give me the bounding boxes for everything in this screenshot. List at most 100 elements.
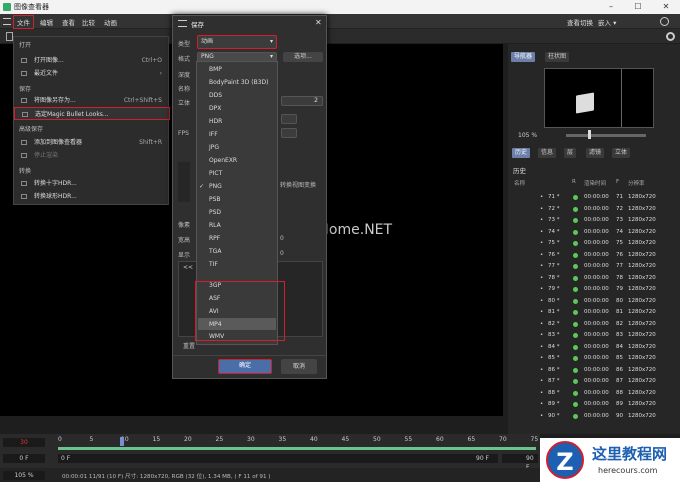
history-row[interactable]: • 71 * 00:00:00 71 1280x720 <box>512 192 672 204</box>
history-row[interactable]: • 82 * 00:00:00 82 1280x720 <box>512 319 672 331</box>
row-time: 00:00:00 <box>584 240 609 246</box>
row-frame: 85 <box>616 355 623 361</box>
menu-compare[interactable]: 比较 <box>82 17 95 27</box>
file-menu-item[interactable]: 选定Magic Bullet Looks... <box>14 107 170 120</box>
row-bullet: • <box>540 320 544 327</box>
video-format-group-highlight <box>195 281 285 341</box>
gear-icon[interactable] <box>666 32 675 41</box>
format-item[interactable]: BodyPaint 3D (B3D) <box>209 79 268 86</box>
history-row[interactable]: • 76 * 00:00:00 76 1280x720 <box>512 250 672 262</box>
format-item[interactable]: IFF <box>209 131 218 138</box>
embed-dropdown[interactable]: 嵌入 ▾ <box>598 17 616 27</box>
tab-navigator[interactable]: 导航器 <box>511 52 536 62</box>
chevron-down-icon: ▾ <box>269 38 273 45</box>
format-item[interactable]: DDS <box>209 92 222 99</box>
history-row[interactable]: • 79 * 00:00:00 79 1280x720 <box>512 284 672 296</box>
zoom-slider[interactable] <box>566 134 646 137</box>
range-field[interactable]: 0 F 90 F <box>58 454 498 463</box>
field-b[interactable] <box>281 128 297 138</box>
format-item[interactable]: TGA <box>209 248 221 255</box>
history-row[interactable]: • 73 * 00:00:00 73 1280x720 <box>512 215 672 227</box>
aspect-label: 宽高 <box>178 237 191 244</box>
history-row[interactable]: • 81 * 00:00:00 81 1280x720 <box>512 307 672 319</box>
format-item[interactable]: DPX <box>209 105 221 112</box>
format-item[interactable]: PSB <box>209 196 221 203</box>
type-label: 类型 <box>178 41 191 48</box>
format-item[interactable]: OpenEXR <box>209 157 237 164</box>
history-row[interactable]: • 86 * 00:00:00 86 1280x720 <box>512 365 672 377</box>
field-a[interactable] <box>281 114 297 124</box>
history-row[interactable]: • 85 * 00:00:00 85 1280x720 <box>512 353 672 365</box>
timeline-ruler[interactable]: 0 5 10 15 20 25 30 35 40 45 50 55 60 65 70 75 <box>55 436 538 446</box>
stereo-value[interactable]: 2 <box>281 96 323 106</box>
format-item[interactable]: TIF <box>209 261 218 268</box>
menu-view[interactable]: 查看 <box>62 17 75 27</box>
history-row[interactable]: • 88 * 00:00:00 88 1280x720 <box>512 388 672 400</box>
history-row[interactable]: • 89 * 00:00:00 89 1280x720 <box>512 399 672 411</box>
timeline-playhead[interactable] <box>120 437 124 446</box>
tab-filters[interactable]: 滤镜 <box>586 148 605 158</box>
current-frame-field[interactable]: 30 <box>3 438 45 447</box>
file-menu-item[interactable]: 添加到图像查看器 Shift+R <box>14 136 170 149</box>
history-row[interactable]: • 83 * 00:00:00 83 1280x720 <box>512 330 672 342</box>
file-menu-item[interactable]: 转换球形HDR... <box>14 190 170 203</box>
file-menu-item-shortcut: › <box>159 70 162 77</box>
format-item[interactable]: PICT <box>209 170 222 177</box>
format-item[interactable]: HDR <box>209 118 222 125</box>
cancel-button[interactable]: 取消 <box>281 359 317 374</box>
file-menu-item-label: 转换十字HDR... <box>34 180 77 187</box>
reset-button[interactable]: 重置 <box>183 341 195 350</box>
history-row[interactable]: • 74 * 00:00:00 74 1280x720 <box>512 227 672 239</box>
hamburger-icon[interactable] <box>3 18 11 25</box>
format-item[interactable]: PSD <box>209 209 221 216</box>
row-bullet: • <box>540 240 544 246</box>
history-row[interactable]: • 77 * 00:00:00 77 1280x720 <box>512 261 672 273</box>
zoom-slider-handle[interactable] <box>588 130 591 139</box>
status-dot-icon <box>573 264 578 269</box>
history-row[interactable]: • 87 * 00:00:00 87 1280x720 <box>512 376 672 388</box>
ok-button[interactable]: 确定 <box>218 359 272 374</box>
view-switch[interactable]: 查看切换 <box>567 17 593 27</box>
maximize-button[interactable]: ☐ <box>627 0 649 14</box>
navigator-thumbnail[interactable] <box>544 68 654 128</box>
start-frame-field[interactable]: 0 F <box>3 454 45 463</box>
document-icon[interactable] <box>6 32 13 41</box>
minimize-button[interactable]: – <box>600 0 622 14</box>
history-row[interactable]: • 75 * 00:00:00 75 1280x720 <box>512 238 672 250</box>
format-item[interactable]: JPG <box>209 144 219 151</box>
close-button[interactable]: ✕ <box>655 0 677 14</box>
tab-history[interactable]: 历史 <box>512 148 531 158</box>
row-resolution: 1280x720 <box>628 251 656 258</box>
history-row[interactable]: • 72 * 00:00:00 72 1280x720 <box>512 204 672 216</box>
file-menu-item[interactable]: 转换十字HDR... <box>14 177 170 190</box>
history-row[interactable]: • 78 * 00:00:00 78 1280x720 <box>512 273 672 285</box>
tab-histogram[interactable]: 柱状图 <box>545 52 570 62</box>
tab-layers[interactable]: 层 <box>564 148 577 158</box>
file-menu-item[interactable]: 打开图像... Ctrl+O <box>14 54 170 67</box>
menu-animation[interactable]: 动画 <box>104 17 117 27</box>
row-time: 00:00:00 <box>584 378 609 384</box>
row-name: 87 * <box>548 378 560 384</box>
format-item[interactable]: PNG <box>209 183 222 190</box>
file-menu-item[interactable]: 最近文件 › <box>14 67 170 80</box>
tab-stereo[interactable]: 立体 <box>612 148 631 158</box>
history-row[interactable]: • 90 * 00:00:00 90 1280x720 <box>512 411 672 423</box>
history-row[interactable]: • 84 * 00:00:00 84 1280x720 <box>512 342 672 354</box>
history-row[interactable]: • 80 * 00:00:00 80 1280x720 <box>512 296 672 308</box>
options-button[interactable]: 选项... <box>283 52 323 62</box>
status-zoom[interactable]: 105 % <box>3 471 45 480</box>
row-resolution: 1280x720 <box>628 366 656 373</box>
format-item[interactable]: BMP <box>209 66 222 73</box>
type-select[interactable]: 动画 ▾ <box>197 35 277 49</box>
settings-icon[interactable] <box>660 17 669 26</box>
end-frame-field[interactable]: 90 F <box>502 454 538 471</box>
file-menu-item[interactable]: 停止渲染 <box>14 149 170 162</box>
navigator-divider <box>621 69 622 127</box>
dialog-close-button[interactable]: ✕ <box>315 18 322 27</box>
format-item[interactable]: RLA <box>209 222 221 229</box>
tab-info[interactable]: 信息 <box>538 148 557 158</box>
format-item[interactable]: RPF <box>209 235 220 242</box>
menu-edit[interactable]: 编辑 <box>40 17 53 27</box>
file-menu-item[interactable]: 将图像另存为... Ctrl+Shift+S <box>14 94 170 107</box>
menu-file[interactable]: 文件 <box>13 15 34 29</box>
